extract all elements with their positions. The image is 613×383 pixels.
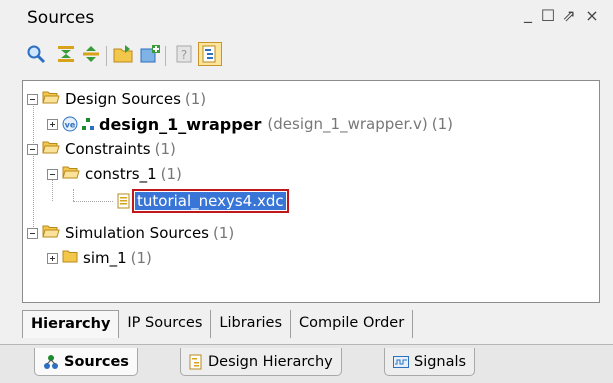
add-files-icon[interactable] (138, 42, 162, 66)
toolbar-separator (106, 46, 107, 66)
tab-hierarchy[interactable]: Hierarchy (22, 310, 120, 338)
add-sources-icon[interactable] (112, 42, 136, 66)
folder-open-icon (42, 90, 60, 108)
item-count: (1) (154, 140, 176, 158)
file-name: (design_1_wrapper.v) (267, 115, 428, 133)
search-icon[interactable] (24, 42, 48, 66)
minimize-button[interactable]: _ (519, 4, 537, 23)
tree-connector (73, 201, 113, 202)
expand-all-icon[interactable] (79, 42, 103, 66)
tab-libraries[interactable]: Libraries (211, 310, 292, 338)
tree-item-label: sim_1 (83, 249, 127, 267)
tab-design-hierarchy[interactable]: Design Hierarchy (180, 348, 342, 376)
sources-toolbar: ? (22, 38, 322, 72)
show-hierarchy-icon[interactable] (198, 42, 222, 66)
verilog-badge-icon: ve (62, 116, 80, 132)
selected-file-label[interactable]: tutorial_nexys4.xdc (132, 189, 289, 213)
collapse-toggle[interactable] (27, 93, 38, 105)
svg-text:?: ? (181, 48, 187, 62)
tree-item-sim-1[interactable]: sim_1 (1) (47, 246, 152, 270)
folder-open-icon (42, 140, 60, 158)
tree-item-xdc-file[interactable]: tutorial_nexys4.xdc (116, 189, 289, 213)
constraint-file-icon (116, 193, 132, 209)
tree-connector (33, 103, 34, 229)
tab-label: Signals (414, 353, 467, 370)
item-count: (1) (431, 115, 453, 133)
tree-item-label: Constraints (65, 140, 151, 158)
panel-header: Sources _ ☐ ⇗ × (0, 0, 613, 36)
view-tabs: Hierarchy IP Sources Libraries Compile O… (22, 310, 414, 338)
tab-compile-order[interactable]: Compile Order (291, 310, 414, 338)
tree-item-label: constrs_1 (85, 165, 157, 183)
tree-item-constraints[interactable]: Constraints (1) (27, 137, 176, 161)
tab-ip-sources[interactable]: IP Sources (119, 310, 212, 338)
svg-text:ve: ve (65, 121, 76, 130)
properties-icon[interactable]: ? (172, 42, 196, 66)
sources-tree[interactable]: Design Sources (1) ve design_1_wrapper (… (22, 80, 600, 303)
collapse-toggle[interactable] (27, 227, 38, 239)
tab-label: Design Hierarchy (208, 353, 333, 370)
tree-item-label: design_1_wrapper (99, 114, 262, 134)
tab-sources[interactable]: Sources (34, 348, 138, 376)
item-count: (1) (213, 224, 235, 242)
signals-icon (393, 355, 409, 368)
sources-icon (43, 354, 59, 370)
tree-connector (73, 189, 74, 201)
item-count: (1) (130, 249, 152, 267)
panel-title: Sources (27, 8, 95, 28)
tree-item-simulation-sources[interactable]: Simulation Sources (1) (27, 221, 234, 245)
folder-closed-icon (62, 249, 78, 267)
bottom-tab-strip: Sources Design Hierarchy Signals (0, 344, 613, 383)
collapse-all-icon[interactable] (54, 42, 78, 66)
tree-item-constrs-1[interactable]: constrs_1 (1) (47, 162, 182, 186)
tab-label: Sources (64, 353, 129, 370)
collapse-toggle[interactable] (47, 168, 58, 180)
folder-open-icon (42, 224, 60, 242)
item-count: (1) (160, 165, 182, 183)
tree-item-design-sources[interactable]: Design Sources (1) (27, 87, 206, 111)
folder-open-icon (62, 165, 80, 183)
expand-toggle[interactable] (47, 252, 58, 264)
tree-item-design-wrapper[interactable]: ve design_1_wrapper (design_1_wrapper.v)… (47, 112, 453, 136)
toolbar-separator (165, 46, 166, 66)
item-count: (1) (184, 90, 207, 108)
design-hierarchy-icon (189, 354, 203, 370)
float-button[interactable]: ⇗ (560, 6, 578, 25)
hierarchy-top-icon (82, 118, 94, 130)
expand-toggle[interactable] (47, 118, 58, 130)
tab-signals[interactable]: Signals (384, 348, 476, 376)
tree-item-label: Simulation Sources (65, 224, 210, 242)
collapse-toggle[interactable] (27, 143, 38, 155)
close-button[interactable]: × (583, 6, 601, 25)
maximize-button[interactable]: ☐ (539, 6, 557, 25)
tree-item-label: Design Sources (65, 90, 181, 108)
